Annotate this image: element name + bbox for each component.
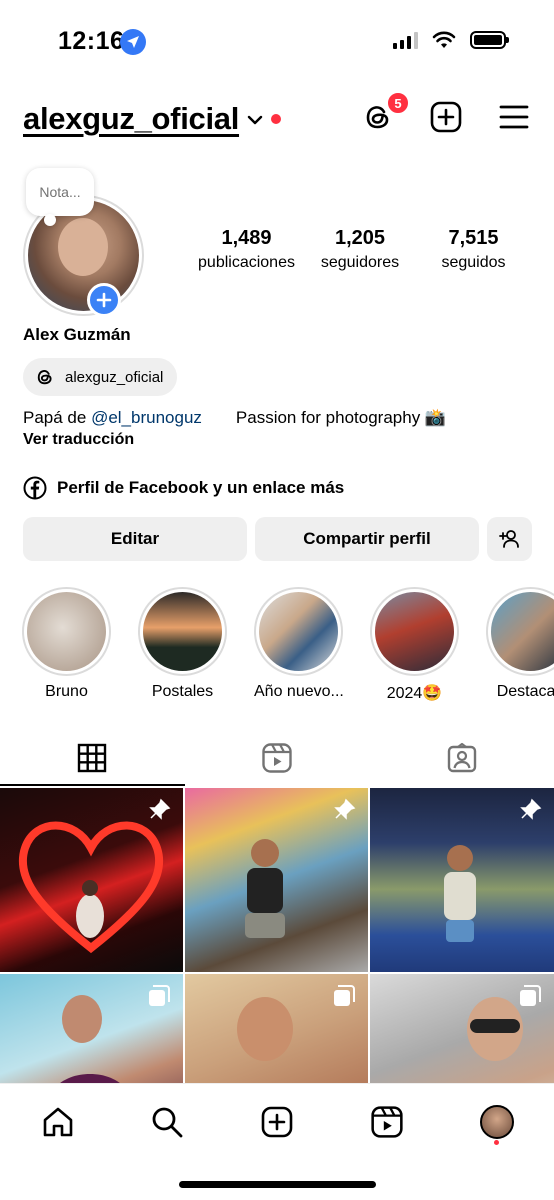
discover-people-button[interactable] xyxy=(487,517,532,561)
display-name: Alex Guzmán xyxy=(23,325,131,344)
post-thumbnail[interactable] xyxy=(370,788,554,972)
external-links[interactable]: Perfil de Facebook y un enlace más xyxy=(23,476,344,500)
pin-icon xyxy=(334,798,356,820)
tab-posts-grid[interactable] xyxy=(0,730,185,786)
nav-create[interactable] xyxy=(257,1102,297,1142)
carousel-icon xyxy=(149,985,170,1006)
tab-reels[interactable] xyxy=(185,730,370,786)
cellular-signal-icon xyxy=(393,31,418,49)
external-links-text: Perfil de Facebook y un enlace más xyxy=(57,478,345,497)
highlight-item[interactable]: 2024🤩 xyxy=(370,587,459,703)
note-bubble[interactable]: Nota... xyxy=(26,168,94,226)
content-tabs xyxy=(0,730,554,786)
stat-posts[interactable]: 1,489 publicaciones xyxy=(190,227,303,272)
stat-following[interactable]: 7,515 seguidos xyxy=(417,227,530,272)
plus-icon xyxy=(96,292,112,308)
status-bar: 12:16 xyxy=(0,0,554,80)
carousel-icon xyxy=(520,985,541,1006)
menu-button[interactable] xyxy=(496,99,532,135)
tab-tagged[interactable] xyxy=(369,730,554,786)
profile-stats: 1,489 publicaciones 1,205 seguidores 7,5… xyxy=(190,227,530,272)
threads-handle: alexguz_oficial xyxy=(65,368,164,386)
add-square-icon xyxy=(261,1106,293,1138)
highlight-item[interactable]: Destacad xyxy=(486,587,554,703)
battery-icon xyxy=(470,31,509,49)
tagged-user-icon xyxy=(447,742,476,773)
create-button[interactable] xyxy=(428,99,464,135)
edit-profile-button[interactable]: Editar xyxy=(23,517,247,561)
nav-search[interactable] xyxy=(147,1102,187,1142)
home-indicator[interactable] xyxy=(179,1181,376,1188)
wifi-icon xyxy=(432,31,456,48)
add-story-button[interactable] xyxy=(87,283,121,317)
highlight-item[interactable]: Bruno xyxy=(22,587,111,703)
reels-icon xyxy=(371,1106,403,1138)
threads-profile-chip[interactable]: alexguz_oficial xyxy=(23,358,178,396)
nav-reels[interactable] xyxy=(367,1102,407,1142)
bio: Papá de @el_brunoguz Passion for photogra… xyxy=(23,408,447,427)
nav-home[interactable] xyxy=(38,1102,78,1142)
threads-icon xyxy=(37,370,52,385)
highlight-cover xyxy=(375,592,454,671)
stat-followers[interactable]: 1,205 seguidores xyxy=(304,227,417,272)
pin-icon xyxy=(520,798,542,820)
search-icon xyxy=(152,1107,183,1138)
location-icon xyxy=(120,29,146,55)
grid-icon xyxy=(78,743,107,773)
highlight-item[interactable]: Año nuevo... xyxy=(254,587,343,703)
username: alexguz_oficial xyxy=(23,101,240,136)
home-icon xyxy=(43,1107,73,1137)
add-square-icon xyxy=(430,101,462,133)
highlight-item[interactable]: Postales xyxy=(138,587,227,703)
unread-dot xyxy=(271,114,282,124)
account-switcher[interactable]: alexguz_oficial xyxy=(23,101,282,137)
profile-activity-dot xyxy=(494,1140,499,1145)
threads-notification-badge: 5 xyxy=(386,91,410,115)
profile-actions: Editar Compartir perfil xyxy=(23,517,532,561)
post-thumbnail[interactable] xyxy=(185,788,368,972)
carousel-icon xyxy=(334,985,355,1006)
share-profile-button[interactable]: Compartir perfil xyxy=(255,517,479,561)
story-highlights: Bruno Postales Año nuevo... 2024🤩 Destac… xyxy=(22,587,554,703)
highlight-cover xyxy=(143,592,222,671)
profile-header: alexguz_oficial 5 xyxy=(0,91,554,145)
nav-profile[interactable] xyxy=(477,1102,517,1142)
bio-mention-link[interactable]: @el_brunoguz xyxy=(91,408,202,427)
highlight-cover xyxy=(259,592,338,671)
facebook-icon xyxy=(23,476,47,500)
profile-avatar-icon xyxy=(480,1105,514,1139)
hamburger-menu-icon xyxy=(499,105,529,129)
chevron-down-icon xyxy=(247,115,263,125)
add-person-icon xyxy=(498,530,519,548)
status-time: 12:16 xyxy=(58,27,125,55)
highlight-cover xyxy=(27,592,106,671)
see-translation-link[interactable]: Ver traducción xyxy=(23,431,134,449)
reels-icon xyxy=(262,743,292,773)
highlight-cover xyxy=(491,592,554,671)
pin-icon xyxy=(149,798,171,820)
status-indicators xyxy=(393,31,509,49)
post-thumbnail[interactable] xyxy=(0,788,183,972)
